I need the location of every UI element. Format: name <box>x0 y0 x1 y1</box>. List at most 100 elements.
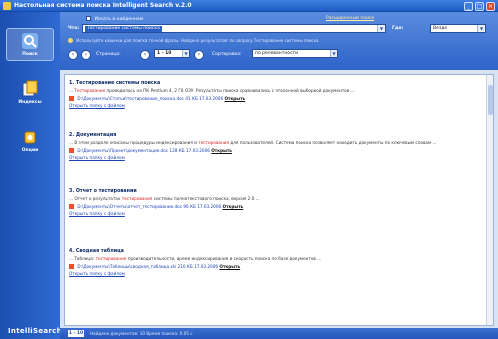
result-title[interactable]: 4. Сводная таблица <box>69 249 483 254</box>
window-title: Настольная система поиска Intelligent Se… <box>14 2 192 9</box>
next-page-icon[interactable]: › <box>194 50 204 60</box>
search-hint: Используйте кавычки для поиска точной фр… <box>68 38 488 44</box>
checkbox-label: Искать в найденном <box>94 17 144 22</box>
file-icon <box>69 95 74 101</box>
snippet-highlight: Тестирование <box>74 88 106 93</box>
result-title[interactable]: 1. Тестирование системы поиска <box>69 81 483 86</box>
open-link[interactable]: Открыть <box>224 96 245 101</box>
maximize-button[interactable]: □ <box>475 1 484 11</box>
sidebar-item-options[interactable]: Опции <box>6 128 54 153</box>
checkbox-box[interactable] <box>86 16 91 21</box>
file-path[interactable]: D:\Документы\Статьи\тестирование_поиска.… <box>77 96 184 101</box>
open-folder-link[interactable]: Открыть папку с файлом <box>69 103 483 108</box>
where-value: Везде <box>433 26 448 31</box>
result-snippet: ... Отчет о результатах тестирования сис… <box>69 196 483 202</box>
search-input[interactable]: Тестирование системы поиска ▼ <box>82 24 386 33</box>
list-item: 4. Сводная таблица ... Таблица: тестиров… <box>69 249 483 276</box>
search-query[interactable]: Тестирование системы поиска <box>85 26 162 32</box>
open-link[interactable]: Открыть <box>223 204 244 209</box>
sidebar-item-index[interactable]: Индексы <box>6 80 54 105</box>
result-title[interactable]: 2. Документация <box>69 133 483 138</box>
sidebar: Поиск Индексы Опции IntelliSearch <box>0 12 62 339</box>
minimize-button[interactable]: _ <box>464 1 473 11</box>
open-folder-link[interactable]: Открыть папку с файлом <box>69 155 483 160</box>
file-path[interactable]: D:\Документы\Проект\документация.doc <box>77 148 168 153</box>
search-icon <box>21 32 39 50</box>
list-item: 2. Документация ... В этом разделе описа… <box>69 133 483 160</box>
result-file: D:\Документы\Статьи\тестирование_поиска.… <box>69 95 483 101</box>
open-link[interactable]: Открыть <box>219 264 240 269</box>
result-snippet: ... Таблица: тестирование производительн… <box>69 256 483 262</box>
close-button[interactable]: × <box>486 1 495 11</box>
file-meta: 210 КБ 17.03.2006 <box>177 263 219 269</box>
results-list: 1. Тестирование системы поиска ... Тести… <box>64 74 494 326</box>
sidebar-item-label: Индексы <box>18 100 42 105</box>
status-text: Найдено документов: 10 Время поиска: 0.0… <box>90 331 193 336</box>
file-meta: 96 КБ 17.03.2006 <box>183 203 222 209</box>
search-in-results-checkbox[interactable]: Искать в найденном <box>86 16 143 22</box>
snippet-text: проводилось на ПК Pentium 4, 2 Гб ОЗУ. Р… <box>105 88 355 93</box>
options-icon <box>21 128 39 146</box>
brand-logo: IntelliSearch <box>8 327 62 335</box>
open-folder-link[interactable]: Открыть папку с файлом <box>69 211 483 216</box>
list-item: 3. Отчет о тестировании ... Отчет о резу… <box>69 189 483 216</box>
sidebar-item-search[interactable]: Поиск <box>6 28 54 61</box>
snippet-highlight: тестирования <box>121 196 153 201</box>
sidebar-item-label: Поиск <box>22 52 38 57</box>
chevron-down-icon[interactable]: ▼ <box>330 50 337 57</box>
pages-select[interactable]: 1 - 10 ▼ <box>154 49 190 58</box>
result-file: D:\Документы\Отчеты\отчет_тестирование.d… <box>69 203 483 209</box>
pages-value: 1 - 10 <box>157 51 172 56</box>
snippet-text: производительности, время индексирования… <box>126 256 322 261</box>
open-link[interactable]: Открыть <box>211 148 232 153</box>
where-label: Где: <box>392 26 404 31</box>
file-path[interactable]: D:\Документы\Таблицы\сводная_таблица.xls <box>77 264 176 269</box>
navigation-row: ‹ › Страница: ‹ 1 - 10 ▼ › Сортировка: п… <box>60 46 498 70</box>
scrollbar-thumb[interactable] <box>488 85 493 115</box>
result-snippet: ... Тестирование проводилось на ПК Penti… <box>69 88 483 94</box>
result-file: D:\Документы\Проект\документация.doc 128… <box>69 147 483 153</box>
result-file: D:\Документы\Таблицы\сводная_таблица.xls… <box>69 263 483 269</box>
file-path[interactable]: D:\Документы\Отчеты\отчет_тестирование.d… <box>77 204 182 209</box>
chevron-down-icon[interactable]: ▼ <box>182 50 189 57</box>
sort-label: Сортировка: <box>212 52 242 57</box>
list-item: 1. Тестирование системы поиска ... Тести… <box>69 81 483 108</box>
search-toolbar: Искать в найденном Расширенный поиск Что… <box>60 12 498 70</box>
main-panel: Искать в найденном Расширенный поиск Что… <box>60 12 498 339</box>
info-icon <box>68 38 73 43</box>
result-title[interactable]: 3. Отчет о тестировании <box>69 189 483 194</box>
snippet-text: ... В этом разделе описаны процедуры инд… <box>69 140 199 145</box>
where-select[interactable]: Везде ▼ <box>430 24 486 33</box>
app-icon <box>3 2 11 10</box>
snippet-text: ... Таблица: <box>69 256 96 261</box>
results-scrollbar[interactable] <box>486 75 493 325</box>
file-icon <box>69 263 74 269</box>
sort-select[interactable]: по релевантности ▼ <box>252 49 338 58</box>
page-label: Страница: <box>96 52 121 57</box>
result-snippet: ... В этом разделе описаны процедуры инд… <box>69 140 483 146</box>
snippet-highlight: тестирования <box>198 140 229 145</box>
back-icon[interactable]: ‹ <box>68 50 78 60</box>
sort-value: по релевантности <box>255 51 299 56</box>
sidebar-item-label: Опции <box>21 148 39 153</box>
snippet-highlight: тестирование <box>95 256 127 261</box>
prev-page-icon[interactable]: ‹ <box>140 50 150 60</box>
index-icon <box>21 80 39 98</box>
snippet-text: системы полнотекстового поиска, версия 2… <box>152 196 260 201</box>
file-meta: 128 КБ 17.03.2006 <box>169 147 210 153</box>
chevron-down-icon[interactable]: ▼ <box>377 25 385 32</box>
window-controls: _ □ × <box>464 1 495 11</box>
snippet-text: ... Отчет о результатах <box>69 196 122 201</box>
status-page-indicator: 1 - 10 <box>68 330 84 337</box>
file-icon <box>69 147 74 153</box>
chevron-down-icon[interactable]: ▼ <box>477 25 485 32</box>
snippet-text: для пользователей. Система поиска позвол… <box>228 140 437 145</box>
forward-icon[interactable]: › <box>81 50 91 60</box>
file-icon <box>69 203 74 209</box>
extended-search-link[interactable]: Расширенный поиск <box>326 16 374 21</box>
title-bar: Настольная система поиска Intelligent Se… <box>0 0 498 12</box>
open-folder-link[interactable]: Открыть папку с файлом <box>69 271 483 276</box>
status-bar: 1 - 10 Найдено документов: 10 Время поис… <box>60 328 498 339</box>
app-window: Настольная система поиска Intelligent Se… <box>0 0 498 339</box>
search-label: Что: <box>68 26 80 31</box>
